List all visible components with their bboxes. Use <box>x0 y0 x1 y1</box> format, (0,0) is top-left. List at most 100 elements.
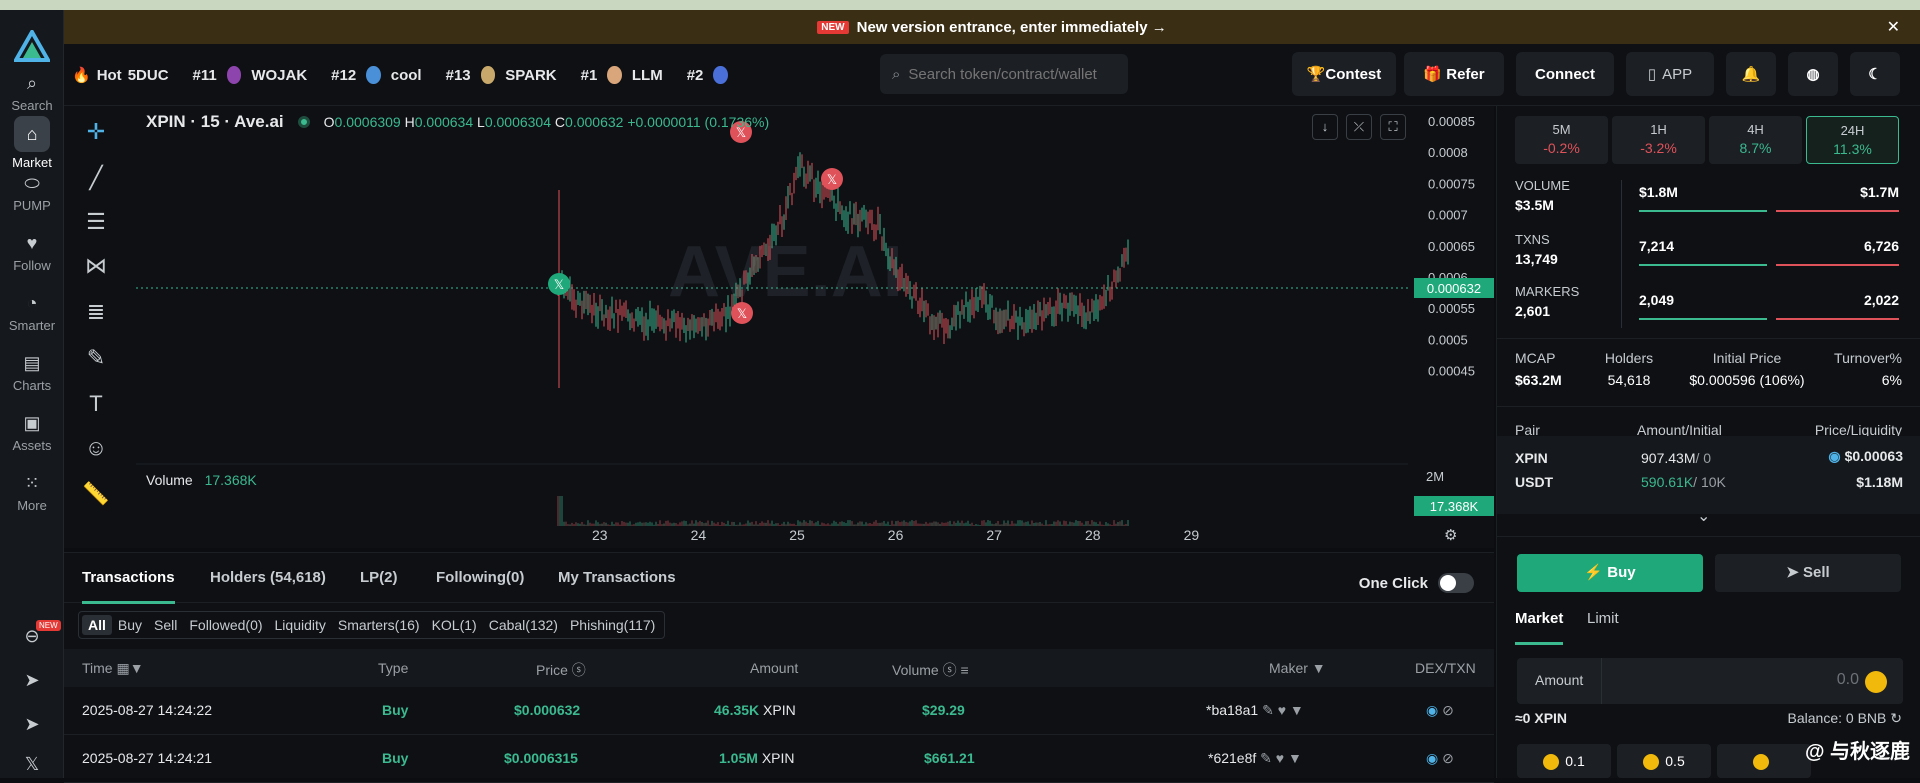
amount-preset-0-1[interactable]: 0.1 <box>1517 744 1611 778</box>
tab-holders[interactable]: Holders (54,618) <box>210 569 326 586</box>
col-time[interactable]: Time ▦▼ <box>82 660 144 677</box>
ticker-name[interactable]: SPARK <box>505 67 556 84</box>
timeframe-1h[interactable]: 1H -3.2% <box>1612 116 1705 164</box>
smarter-icon: ◔ <box>26 293 38 313</box>
filter-liquidity[interactable]: Liquidity <box>269 615 332 635</box>
download-icon[interactable]: ↓ <box>1312 114 1338 140</box>
filter-smarters[interactable]: Smarters(16) <box>332 615 426 635</box>
pattern-tool-icon[interactable]: ⋈ <box>80 250 112 282</box>
col-volume[interactable]: Volume ⓢ ≡ <box>892 660 969 680</box>
row-dex[interactable]: ◉ ⊘ <box>1426 750 1454 767</box>
toggle-switch[interactable] <box>1438 573 1474 593</box>
fullscreen-icon[interactable]: ⛶ <box>1380 114 1406 140</box>
emoji-tool-icon[interactable]: ☺ <box>80 432 112 464</box>
y-tick-label: 0.00085 <box>1428 114 1475 129</box>
hot-ticker[interactable]: 🔥 Hot 5DUC #11 WOJAK #12 cool #13 SPARK … <box>72 44 732 106</box>
volume-legend: Volume 17.368K <box>146 472 257 488</box>
timeframe-24h[interactable]: 24H 11.3% <box>1806 116 1899 164</box>
amount-preset-0-5[interactable]: 0.5 <box>1617 744 1711 778</box>
col-price[interactable]: Price ⓢ <box>536 660 586 680</box>
table-row[interactable]: 2025-08-27 14:24:21 Buy $0.0006315 1.05M… <box>64 735 1494 783</box>
filter-kol[interactable]: KOL(1) <box>426 615 483 635</box>
telegram-link-2[interactable]: ➤ <box>0 714 64 735</box>
x-tick-label: 28 <box>1085 527 1101 543</box>
tab-following[interactable]: Following(0) <box>436 569 524 586</box>
x-link[interactable]: 𝕏 <box>0 754 64 775</box>
theme-toggle[interactable]: ☾ <box>1850 52 1900 96</box>
x-tick-label: 23 <box>592 527 608 543</box>
nav-smarter[interactable]: ◔ Smarter <box>0 292 64 333</box>
tab-my-transactions[interactable]: My Transactions <box>558 569 676 586</box>
language-button[interactable]: ◍ <box>1788 52 1838 96</box>
app-button[interactable]: ▯ APP <box>1626 52 1714 96</box>
market-order-tab[interactable]: Market <box>1515 610 1563 627</box>
price-chart[interactable]: AVE.AI 0.00085 0.0008 0.00075 0.0007 0.00065… <box>128 106 1494 548</box>
drawing-toolbar: ✛ ╱ ☰ ⋈ ≣ ✎ T ☺ 📏 <box>64 106 128 548</box>
search-box[interactable]: ⌕ <box>880 54 1128 94</box>
ticker-name[interactable]: WOJAK <box>251 67 307 84</box>
crosshair-tool-icon[interactable]: ✛ <box>80 116 112 148</box>
nav-more[interactable]: ⁙ More <box>0 472 64 513</box>
nav-search[interactable]: ⌕ Search <box>0 72 64 113</box>
collapse-icon[interactable]: ⤫ <box>1346 114 1372 140</box>
back-old-version[interactable]: ⊖ NEW <box>0 620 64 647</box>
candlestick-chart[interactable]: AVE.AI 0.00085 0.0008 0.00075 0.0007 0.00065… <box>128 106 1494 548</box>
one-click-toggle[interactable]: One Click <box>1359 573 1474 593</box>
telegram-link[interactable]: ➤ <box>0 670 64 691</box>
nav-pump[interactable]: ⬭ PUMP <box>0 172 64 213</box>
edit-icon: ✎ <box>1262 702 1274 718</box>
trendline-tool-icon[interactable]: ╱ <box>80 162 112 194</box>
col-maker[interactable]: Maker ▼ <box>1269 660 1326 676</box>
text-tool-icon[interactable]: T <box>80 388 112 420</box>
row-maker[interactable]: *ba18a1 ✎ ♥ ▼ <box>1206 702 1304 719</box>
tab-transactions[interactable]: Transactions <box>82 569 175 604</box>
tab-lp[interactable]: LP(2) <box>360 569 398 586</box>
buy-tab-button[interactable]: ⚡ Buy <box>1517 554 1703 592</box>
close-icon[interactable]: ✕ <box>1887 17 1900 37</box>
contest-button[interactable]: 🏆Contest <box>1292 52 1396 96</box>
search-input[interactable] <box>908 65 1109 83</box>
ticker-name[interactable]: 5DUC <box>128 67 169 84</box>
banner-text[interactable]: New version entrance, enter immediately … <box>857 19 1167 36</box>
ticker-rank: #13 <box>445 66 471 84</box>
ave-logo-icon[interactable] <box>14 30 50 66</box>
filter-all[interactable]: All <box>82 615 112 635</box>
filter-followed[interactable]: Followed(0) <box>183 615 268 635</box>
nav-assets[interactable]: ▣ Assets <box>0 412 64 453</box>
table-row[interactable]: 2025-08-27 14:24:22 Buy $0.000632 46.35K… <box>64 687 1494 735</box>
ticker-name[interactable]: LLM <box>632 67 663 84</box>
bnb-icon <box>1643 754 1660 771</box>
y-tick-label: 0.0008 <box>1428 145 1468 160</box>
type-filters: All Buy Sell Followed(0) Liquidity Smart… <box>78 611 666 639</box>
new-badge: NEW <box>817 20 849 34</box>
chart-settings-icon[interactable]: ⚙ <box>1444 526 1457 544</box>
notification-button[interactable]: 🔔 <box>1726 52 1776 96</box>
price-tag-text: 0.000632 <box>1427 281 1481 296</box>
row-maker[interactable]: *621e8f ✎ ♥ ▼ <box>1208 750 1302 767</box>
announcement-banner[interactable]: NEW New version entrance, enter immediat… <box>64 10 1920 44</box>
fib-tool-icon[interactable]: ≣ <box>80 296 112 328</box>
nav-charts[interactable]: ▤ Charts <box>0 352 64 393</box>
ticker-name[interactable]: cool <box>391 67 422 84</box>
sell-tab-button[interactable]: ➤ Sell <box>1715 554 1901 592</box>
row-dex[interactable]: ◉ ⊘ <box>1426 702 1454 719</box>
timeframe-4h[interactable]: 4H 8.7% <box>1709 116 1802 164</box>
timeframe-5m[interactable]: 5M -0.2% <box>1515 116 1608 164</box>
filter-sell[interactable]: Sell <box>148 615 183 635</box>
filter-buy[interactable]: Buy <box>112 615 148 635</box>
horizontal-lines-tool-icon[interactable]: ☰ <box>80 206 112 238</box>
amount-preset-3[interactable] <box>1717 744 1811 778</box>
refer-button[interactable]: 🎁 Refer <box>1404 52 1504 96</box>
nav-market[interactable]: ⌂ Market <box>0 116 64 170</box>
amount-input[interactable]: Amount 0.0 <box>1517 658 1903 704</box>
limit-order-tab[interactable]: Limit <box>1587 610 1619 627</box>
brush-tool-icon[interactable]: ✎ <box>80 342 112 374</box>
chevron-down-icon[interactable]: ⌄ <box>1697 506 1710 526</box>
connect-button[interactable]: Connect <box>1516 52 1614 96</box>
chart-header: XPIN · 15 · Ave.ai O0.0006309 H0.000634 … <box>146 112 769 132</box>
filter-phishing[interactable]: Phishing(117) <box>564 615 661 635</box>
filter-cabal[interactable]: Cabal(132) <box>483 615 564 635</box>
volume-stat: VOLUME $3.5M <box>1515 178 1570 213</box>
nav-follow[interactable]: ♥ Follow <box>0 232 64 273</box>
ruler-tool-icon[interactable]: 📏 <box>80 478 112 510</box>
